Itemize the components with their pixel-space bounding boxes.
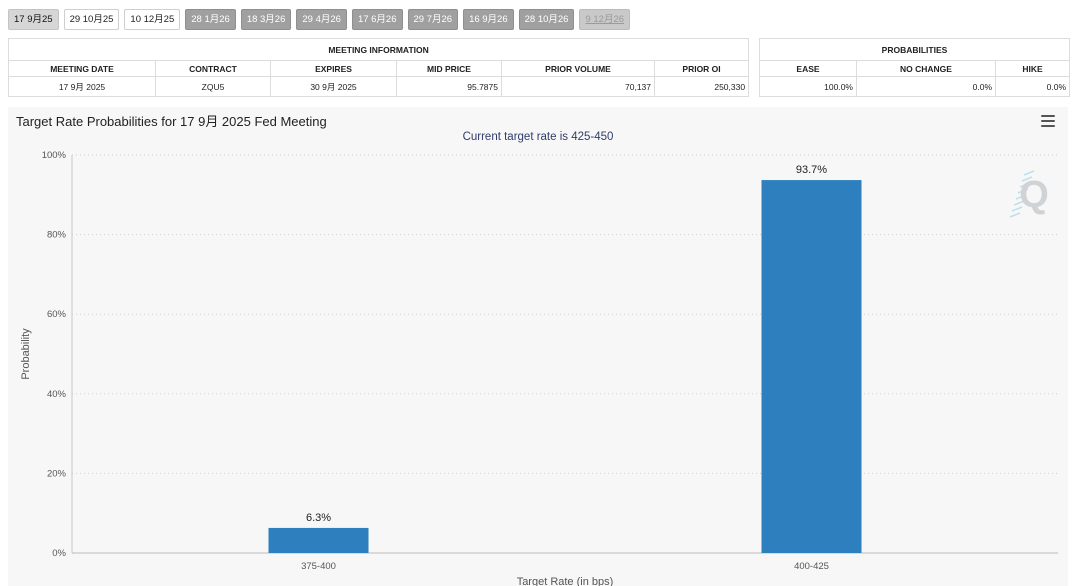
tab-meeting-date[interactable]: 16 9月26 — [463, 9, 514, 30]
meeting-date-tabs: 17 9月25 29 10月25 10 12月25 28 1月26 18 3月26 29 … — [8, 9, 631, 30]
x-axis-title: Target Rate (in bps) — [517, 576, 614, 586]
tab-meeting-date[interactable]: 9 12月26 — [579, 9, 631, 30]
y-tick-label: 60% — [47, 309, 67, 320]
target-rate-chart: 0% 20% 40% 60% 80% 100% 6.3% 375-400 93.7% 400-42… — [8, 107, 1068, 586]
probabilities-header: PROBABILITIES — [759, 38, 1070, 61]
column-header: MEETING DATE — [8, 60, 156, 77]
ease-cell: 100.0% — [759, 76, 857, 97]
tab-meeting-date[interactable]: 10 12月25 — [124, 9, 181, 30]
tab-meeting-date[interactable]: 29 4月26 — [296, 9, 347, 30]
tab-meeting-date[interactable]: 28 10月26 — [518, 9, 575, 30]
data-label: 93.7% — [796, 164, 827, 176]
column-header: EXPIRES — [270, 60, 397, 77]
column-header: CONTRACT — [155, 60, 271, 77]
column-header: HIKE — [995, 60, 1070, 77]
chart-plot: 0% 20% 40% 60% 80% 100% 6.3% 375-400 93.7% 400-42… — [20, 150, 1058, 586]
tab-meeting-date[interactable]: 29 10月25 — [63, 9, 120, 30]
tab-meeting-date[interactable]: 18 3月26 — [240, 9, 292, 30]
y-axis-title: Probability — [20, 328, 32, 380]
tab-meeting-date[interactable]: 17 9月25 — [8, 9, 59, 30]
x-tick-label: 400-425 — [794, 561, 829, 572]
meeting-information-header: MEETING INFORMATION — [7, 38, 750, 61]
bar — [761, 180, 862, 553]
expires-cell: 30 9月 2025 — [270, 76, 397, 97]
watermark-logo: Q — [1009, 170, 1049, 218]
y-tick-label: 20% — [47, 468, 67, 479]
chart-subtitle: Current target rate is 425-450 — [462, 131, 614, 143]
chart-menu-icon[interactable] — [1041, 115, 1055, 127]
column-header: EASE — [759, 60, 857, 77]
chart-title: Target Rate Probabilities for 17 9月 2025… — [16, 114, 327, 129]
contract-cell: ZQU5 — [155, 76, 271, 97]
bar — [268, 527, 369, 553]
watermark-letter: Q — [1019, 174, 1049, 216]
y-tick-label: 100% — [42, 150, 67, 161]
probabilities-table: PROBABILITIES EASE NO CHANGE HIKE 100.0%… — [759, 38, 1070, 97]
no-change-cell: 0.0% — [856, 76, 996, 97]
meeting-information-table: MEETING INFORMATION MEETING DATE CONTRAC… — [7, 38, 750, 97]
column-header: MID PRICE — [396, 60, 502, 77]
meeting-date-cell: 17 9月 2025 — [8, 76, 156, 97]
column-header: PRIOR VOLUME — [501, 60, 655, 77]
tab-meeting-date[interactable]: 28 1月26 — [185, 9, 236, 30]
data-label: 6.3% — [306, 512, 331, 524]
tab-meeting-date[interactable]: 29 7月26 — [407, 9, 459, 30]
column-header: PRIOR OI — [653, 60, 750, 77]
y-tick-label: 40% — [47, 389, 67, 400]
prior-volume-cell: 70,137 — [501, 76, 655, 97]
y-tick-label: 0% — [52, 548, 66, 559]
column-header: NO CHANGE — [856, 60, 996, 77]
x-tick-label: 375-400 — [301, 561, 336, 572]
prior-oi-cell: 250,330 — [653, 76, 750, 97]
tab-meeting-date[interactable]: 17 6月26 — [351, 9, 403, 30]
y-tick-label: 80% — [47, 230, 67, 241]
mid-price-cell: 95.7875 — [396, 76, 502, 97]
hike-cell: 0.0% — [995, 76, 1070, 97]
